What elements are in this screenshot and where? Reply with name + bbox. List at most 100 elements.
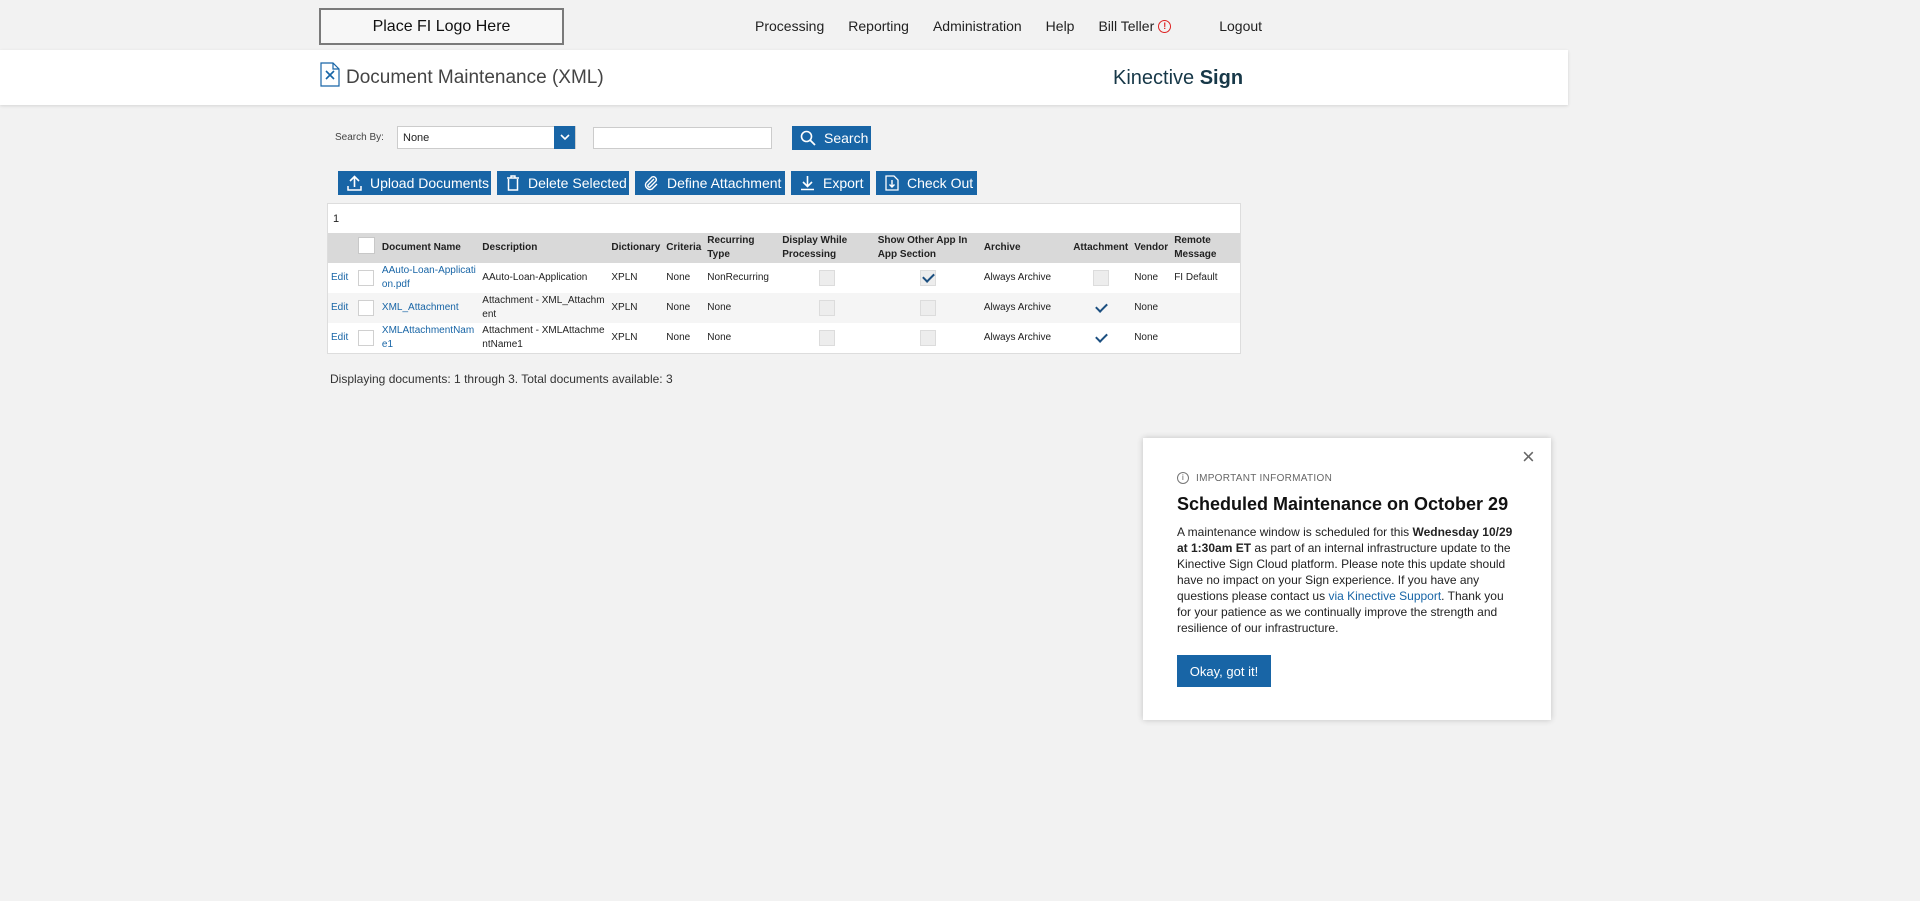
archive-cell: Always Archive <box>980 323 1071 353</box>
header-archive[interactable]: Archive <box>980 233 1071 263</box>
modal-body-text: A maintenance window is scheduled for th… <box>1177 525 1413 539</box>
search-by-label: Search By: <box>335 132 384 143</box>
logout-link[interactable]: Logout <box>1219 18 1262 34</box>
attachment-checkbox <box>1093 330 1109 346</box>
description-cell: AAuto-Loan-Application <box>479 263 609 293</box>
brand-logo: Kinective Sign <box>1113 67 1243 90</box>
delete-selected-button[interactable]: Delete Selected <box>497 171 629 195</box>
document-tools-icon <box>320 62 340 87</box>
display-while-processing-checkbox <box>818 300 835 316</box>
document-name-link[interactable]: AAuto-Loan-Application.pdf <box>378 263 480 293</box>
nav-processing[interactable]: Processing <box>755 18 824 34</box>
close-icon[interactable]: × <box>1522 446 1535 468</box>
header-recurring-type[interactable]: Recurring Type <box>704 233 780 263</box>
dictionary-cell: XPLN <box>608 293 664 323</box>
support-link[interactable]: via Kinective Support <box>1328 589 1441 603</box>
documents-table: Document Name Description Dictionary Cri… <box>328 233 1240 353</box>
header-criteria[interactable]: Criteria <box>663 233 705 263</box>
okay-got-it-button[interactable]: Okay, got it! <box>1177 655 1271 687</box>
header-dictionary[interactable]: Dictionary <box>608 233 664 263</box>
alert-icon: ! <box>1158 19 1172 33</box>
row-select-cell <box>354 323 379 353</box>
user-menu[interactable]: Bill Teller ! <box>1098 18 1195 34</box>
header-vendor[interactable]: Vendor <box>1131 233 1172 263</box>
header-document-name[interactable]: Document Name <box>378 233 480 263</box>
recurring-type-cell: None <box>704 293 780 323</box>
nav-help[interactable]: Help <box>1046 18 1075 34</box>
header-description[interactable]: Description <box>479 233 609 263</box>
documents-table-panel: 1 Document Name Description Dictionary C… <box>327 203 1241 354</box>
show-other-app-cell <box>874 293 981 323</box>
edit-link[interactable]: Edit <box>328 263 355 293</box>
download-icon <box>801 176 814 191</box>
check-out-label: Check Out <box>907 175 974 191</box>
search-input[interactable] <box>593 127 772 149</box>
document-name-link[interactable]: XMLAttachmentName1 <box>378 323 480 353</box>
edit-link[interactable]: Edit <box>328 293 355 323</box>
delete-selected-label: Delete Selected <box>528 175 627 191</box>
define-attachment-label: Define Attachment <box>667 175 782 191</box>
attachment-cell <box>1070 263 1132 293</box>
nav-reporting[interactable]: Reporting <box>848 18 909 34</box>
header-remote-message[interactable]: Remote Message <box>1171 233 1240 263</box>
vendor-cell: None <box>1131 263 1172 293</box>
export-label: Export <box>823 175 864 191</box>
page-number[interactable]: 1 <box>333 213 339 225</box>
check-out-icon <box>885 175 899 191</box>
display-while-processing-cell <box>779 323 875 353</box>
description-cell: Attachment - XMLAttachmentName1 <box>479 323 609 353</box>
table-row: Edit XMLAttachmentName1 Attachment - XML… <box>328 323 1240 353</box>
modal-eyebrow-text: IMPORTANT INFORMATION <box>1196 472 1333 484</box>
document-name-link[interactable]: XML_Attachment <box>378 293 480 323</box>
row-select-cell <box>354 263 379 293</box>
table-row: Edit AAuto-Loan-Application.pdf AAuto-Lo… <box>328 263 1240 293</box>
row-checkbox[interactable] <box>357 330 374 346</box>
info-icon: i <box>1177 472 1189 484</box>
archive-cell: Always Archive <box>980 263 1071 293</box>
dictionary-cell: XPLN <box>608 263 664 293</box>
row-checkbox[interactable] <box>357 300 374 316</box>
search-by-select[interactable]: None <box>397 126 576 149</box>
page-title: Document Maintenance (XML) <box>346 67 604 88</box>
display-while-processing-checkbox <box>818 330 835 346</box>
remote-message-cell: FI Default <box>1171 263 1240 293</box>
show-other-app-cell <box>874 323 981 353</box>
criteria-cell: None <box>663 323 705 353</box>
dictionary-cell: XPLN <box>608 323 664 353</box>
search-icon <box>800 130 816 146</box>
paperclip-icon <box>644 176 658 191</box>
search-button[interactable]: Search <box>792 126 871 150</box>
row-checkbox[interactable] <box>357 270 374 286</box>
remote-message-cell <box>1171 323 1240 353</box>
attachment-checkbox <box>1093 300 1109 316</box>
row-select-cell <box>354 293 379 323</box>
trash-icon <box>507 175 519 191</box>
show-other-app-checkbox <box>919 330 936 346</box>
check-out-button[interactable]: Check Out <box>876 171 977 195</box>
vendor-cell: None <box>1131 293 1172 323</box>
export-button[interactable]: Export <box>791 171 870 195</box>
criteria-cell: None <box>663 293 705 323</box>
define-attachment-button[interactable]: Define Attachment <box>635 171 785 195</box>
table-row: Edit XML_Attachment Attachment - XML_Att… <box>328 293 1240 323</box>
attachment-cell <box>1070 293 1132 323</box>
display-while-processing-checkbox <box>818 270 835 286</box>
brand-light: Kinective <box>1113 67 1195 89</box>
header-attachment[interactable]: Attachment <box>1070 233 1132 263</box>
attachment-cell <box>1070 323 1132 353</box>
search-button-label: Search <box>824 130 869 146</box>
upload-documents-button[interactable]: Upload Documents <box>338 171 491 195</box>
header-display-while-processing[interactable]: Display While Processing <box>779 233 875 263</box>
edit-link[interactable]: Edit <box>328 323 355 353</box>
brand-bold: Sign <box>1199 67 1244 89</box>
search-by-value: None <box>403 132 430 144</box>
logo-placeholder: Place FI Logo Here <box>319 8 564 45</box>
table-header-row: Document Name Description Dictionary Cri… <box>328 233 1240 263</box>
user-name: Bill Teller <box>1098 18 1155 34</box>
show-other-app-cell <box>874 263 981 293</box>
select-all-checkbox[interactable] <box>357 237 375 254</box>
chevron-down-icon[interactable] <box>554 126 575 149</box>
nav-administration[interactable]: Administration <box>933 18 1022 34</box>
display-while-processing-cell <box>779 293 875 323</box>
header-show-other-app[interactable]: Show Other App In App Section <box>874 233 981 263</box>
